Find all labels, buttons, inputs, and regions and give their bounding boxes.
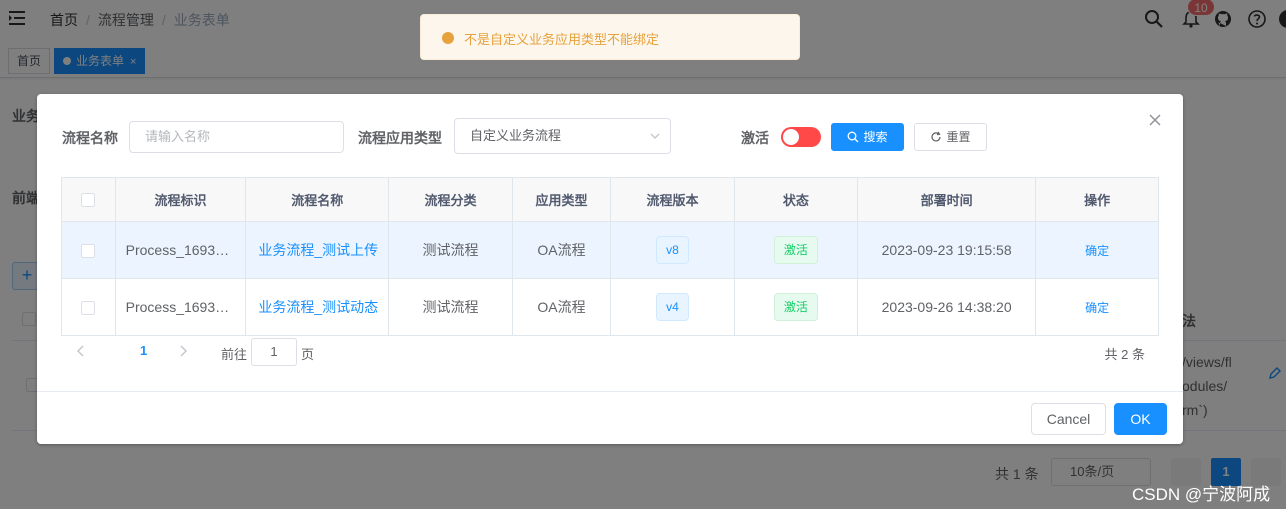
cell-action: 确定 <box>1035 221 1159 279</box>
ok-button[interactable]: OK <box>1114 403 1167 435</box>
search-button[interactable]: 搜索 <box>831 123 904 151</box>
cell-version: v4 <box>610 278 735 336</box>
version-tag: v8 <box>656 236 689 264</box>
page-unit-label: 页 <box>301 347 315 362</box>
col-header-category: 流程分类 <box>388 177 513 222</box>
warning-icon <box>442 32 454 44</box>
goto-label: 前往 <box>221 347 248 362</box>
version-tag: v4 <box>656 293 689 321</box>
toggle-knob <box>783 129 799 145</box>
current-page[interactable]: 1 <box>140 343 147 358</box>
col-header-status: 状态 <box>733 177 858 222</box>
process-table: 流程标识 流程名称 流程分类 应用类型 流程版本 状态 部署时间 操作 Proc… <box>61 177 1159 336</box>
total-count: 共 2 条 <box>1104 347 1145 362</box>
active-toggle[interactable] <box>781 127 821 147</box>
cell-status: 激活 <box>733 278 858 336</box>
process-select-dialog: 流程名称 流程应用类型 自定义业务流程 激活 搜索 重置 流程标识 <box>37 94 1183 444</box>
refresh-icon <box>931 131 942 142</box>
cell-deploy-time: 2023-09-23 19:15:58 <box>856 221 1037 279</box>
row-checkbox[interactable] <box>81 301 96 316</box>
cell-version: v8 <box>610 221 735 279</box>
cell-name: 业务流程_测试动态 <box>245 278 390 336</box>
row-select-cell <box>61 221 116 279</box>
reset-button[interactable]: 重置 <box>914 123 987 151</box>
cell-key: Process_1693… <box>114 221 247 279</box>
goto-page-input[interactable]: 1 <box>251 338 297 366</box>
cell-status: 激活 <box>733 221 858 279</box>
select-all-cell <box>61 177 116 222</box>
dialog-divider <box>37 391 1183 392</box>
active-label: 激活 <box>741 130 769 146</box>
cell-category: 测试流程 <box>388 221 513 279</box>
chevron-right-icon[interactable] <box>176 344 190 358</box>
col-header-version: 流程版本 <box>610 177 735 222</box>
process-name-field[interactable] <box>129 121 344 153</box>
warning-message: 不是自定义业务应用类型不能绑定 <box>420 14 800 60</box>
table-row[interactable]: Process_1693… 业务流程_测试动态 测试流程 OA流程 v4 激活 … <box>61 278 1159 336</box>
table-row[interactable]: Process_1693… 业务流程_测试上传 测试流程 OA流程 v8 激活 … <box>61 221 1159 279</box>
process-name-link[interactable]: 业务流程_测试动态 <box>247 297 388 317</box>
col-header-name: 流程名称 <box>245 177 390 222</box>
cell-action: 确定 <box>1035 278 1159 336</box>
process-type-label: 流程应用类型 <box>358 130 442 146</box>
confirm-link[interactable]: 确定 <box>1085 301 1109 315</box>
col-header-key: 流程标识 <box>114 177 247 222</box>
col-header-app-type: 应用类型 <box>511 177 612 222</box>
cell-app-type: OA流程 <box>511 221 612 279</box>
cell-name: 业务流程_测试上传 <box>245 221 390 279</box>
row-select-cell <box>61 278 116 336</box>
chevron-left-icon[interactable] <box>74 344 88 358</box>
search-button-label: 搜索 <box>863 130 888 144</box>
warning-message-text: 不是自定义业务应用类型不能绑定 <box>464 32 660 47</box>
cell-key-text: Process_1693… <box>125 242 230 258</box>
process-name-label: 流程名称 <box>62 130 118 146</box>
process-name-input[interactable] <box>145 129 325 144</box>
chevron-down-icon <box>650 133 660 139</box>
pagination: 1 前往 1 页 共 2 条 <box>61 338 1159 368</box>
watermark: CSDN @宁波阿成 <box>1132 485 1271 504</box>
row-checkbox[interactable] <box>81 244 96 259</box>
table-header-row: 流程标识 流程名称 流程分类 应用类型 流程版本 状态 部署时间 操作 <box>61 177 1159 222</box>
confirm-link[interactable]: 确定 <box>1085 244 1109 258</box>
col-header-deploy-time: 部署时间 <box>856 177 1037 222</box>
search-icon <box>848 131 859 143</box>
cancel-button[interactable]: Cancel <box>1031 403 1106 435</box>
close-icon[interactable] <box>1147 112 1163 128</box>
col-header-action: 操作 <box>1035 177 1159 222</box>
cell-app-type: OA流程 <box>511 278 612 336</box>
process-name-link[interactable]: 业务流程_测试上传 <box>247 240 388 260</box>
cell-category: 测试流程 <box>388 278 513 336</box>
status-badge: 激活 <box>773 293 818 321</box>
select-all-checkbox[interactable] <box>81 193 96 208</box>
status-badge: 激活 <box>773 236 818 264</box>
cell-key: Process_1693… <box>114 278 247 336</box>
cell-key-text: Process_1693… <box>125 299 230 315</box>
reset-button-label: 重置 <box>946 130 971 144</box>
process-type-select[interactable]: 自定义业务流程 <box>454 118 671 154</box>
process-type-value: 自定义业务流程 <box>470 128 562 143</box>
cell-deploy-time: 2023-09-26 14:38:20 <box>856 278 1037 336</box>
